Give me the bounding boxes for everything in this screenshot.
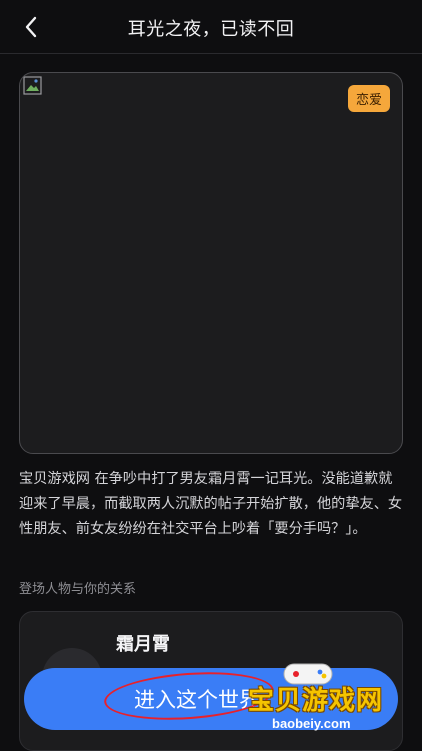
broken-image-icon <box>23 76 42 95</box>
top-bar: 耳光之夜，已读不回 <box>0 0 422 54</box>
enter-world-label: 进入这个世界 <box>134 688 260 712</box>
character-name: 霜月霄 <box>116 634 170 655</box>
page-title: 耳光之夜，已读不回 <box>127 19 295 40</box>
story-description: 宝贝游戏网 在争吵中打了男友霜月霄一记耳光。没能道歉就迎来了早晨，而截取两人沉默… <box>19 471 403 537</box>
cover-image: 恋爱 <box>19 72 403 454</box>
enter-world-button[interactable]: 进入这个世界 <box>24 668 398 730</box>
genre-tag: 恋爱 <box>347 85 390 112</box>
characters-section-label: 登场人物与你的关系 <box>19 582 137 597</box>
